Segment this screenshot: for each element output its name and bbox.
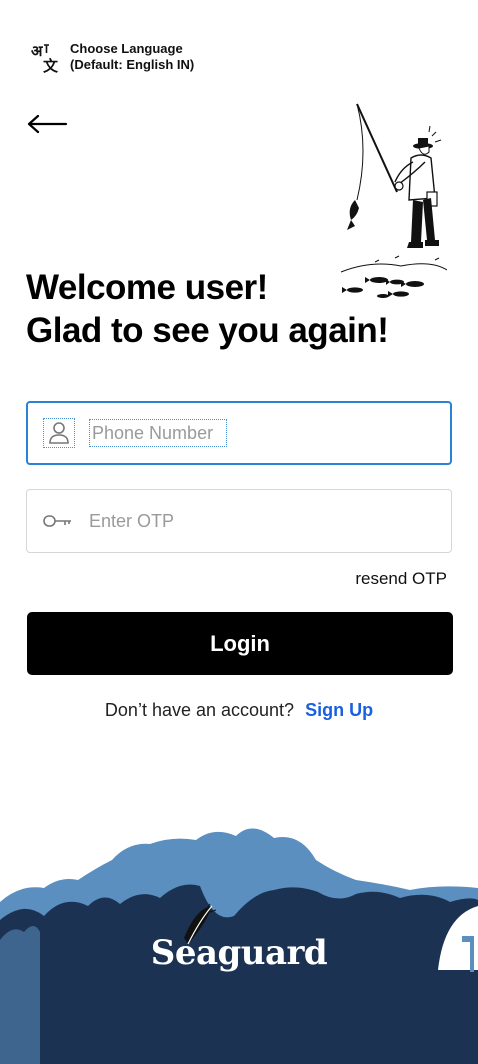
language-default: (Default: English IN) — [70, 57, 195, 72]
language-label: Choose Language — [70, 41, 183, 56]
signup-link[interactable]: Sign Up — [305, 700, 373, 720]
svg-text:अ: अ — [31, 42, 43, 60]
signup-prompt: Don’t have an account? — [104, 700, 295, 720]
otp-field[interactable] — [26, 489, 452, 553]
welcome-heading: Welcome user! Glad to see you again! — [26, 266, 389, 352]
otp-input[interactable] — [89, 510, 389, 532]
language-selector[interactable]: अ 文 Choose Language (Default: English IN… — [30, 40, 194, 74]
arrow-left-icon[interactable] — [26, 108, 70, 140]
resend-otp-link[interactable]: resend OTP — [355, 569, 447, 589]
svg-text:文: 文 — [43, 57, 59, 74]
brand-logo: Seaguard — [150, 933, 328, 973]
user-icon — [43, 418, 75, 448]
key-icon — [43, 507, 73, 535]
translate-icon: अ 文 — [31, 42, 59, 74]
phone-field[interactable] — [26, 401, 452, 465]
signup-row: Don’t have an account? Sign Up — [0, 700, 478, 721]
welcome-line: Welcome user! — [26, 268, 268, 307]
phone-input[interactable] — [89, 419, 227, 447]
welcome-subline: Glad to see you again! — [26, 311, 389, 350]
login-button[interactable]: Login — [27, 612, 453, 675]
